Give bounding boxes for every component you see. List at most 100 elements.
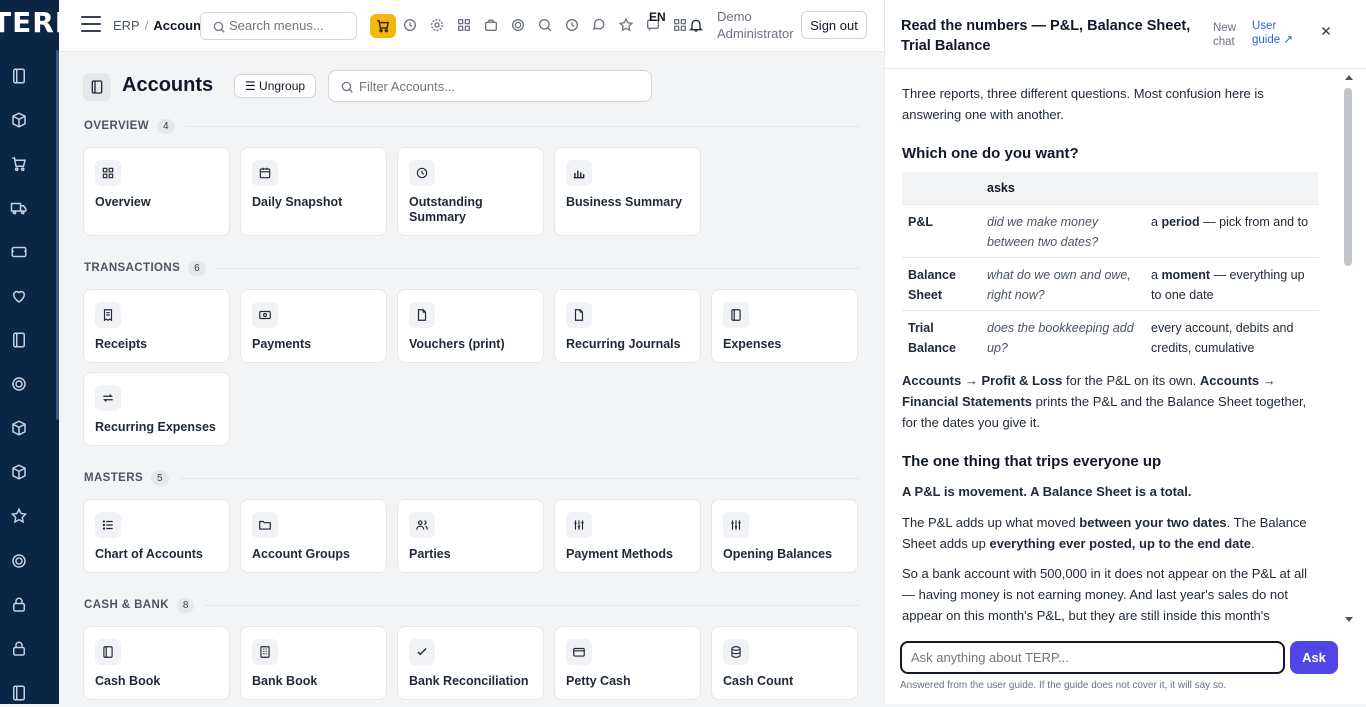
scroll-up-arrow[interactable] [1345,75,1353,80]
card-account-groups[interactable]: Account Groups [240,499,387,573]
book-icon [723,302,749,328]
new-chat-link[interactable]: New chat [1213,21,1243,49]
ticket-icon[interactable] [10,243,28,261]
card-daily-snapshot[interactable]: Daily Snapshot [240,147,387,236]
gear-icon[interactable] [429,17,445,33]
panel-body: Three reports, three different questions… [885,70,1366,626]
card-expenses[interactable]: Expenses [711,289,858,363]
card-vouchers-print[interactable]: Vouchers (print) [397,289,544,363]
truck-icon[interactable] [10,199,28,217]
menu-icon[interactable] [81,16,101,34]
clock-icon [409,160,435,186]
magnifier-icon[interactable] [537,17,553,33]
section-count: 6 [188,260,206,276]
user-name[interactable]: Demo Administrator [717,8,794,42]
bag-icon[interactable] [10,640,28,658]
cart-icon[interactable] [10,155,28,173]
chat-icon[interactable] [591,17,607,33]
card-recurring-journals[interactable]: Recurring Journals [554,289,701,363]
menu-search[interactable] [200,12,357,40]
side-rail: TERP [0,0,59,704]
filter-box[interactable] [328,70,652,102]
grid-icon[interactable] [456,17,472,33]
briefcase-icon[interactable] [483,17,499,33]
card-outstanding-summary[interactable]: Outstanding Summary [397,147,544,236]
ask-button[interactable]: Ask [1290,641,1338,674]
clock-icon[interactable] [402,17,418,33]
card-chart-of-accounts[interactable]: Chart of Accounts [83,499,230,573]
book-icon [95,639,121,665]
card-bank-book[interactable]: Bank Book [240,626,387,700]
database-icon [723,639,749,665]
panel-title: Read the numbers — P&L, Balance Sheet, T… [901,18,1191,54]
card-petty-cash[interactable]: Petty Cash [554,626,701,700]
sliders-icon [566,512,592,538]
radar-icon[interactable] [10,552,28,570]
banknote-icon [252,302,278,328]
section-cash-bank: CASH & BANK 8 [84,597,860,613]
card-overview[interactable]: Overview [83,147,230,236]
file-icon [409,302,435,328]
table-row: P&L did we make money between two dates?… [902,203,1319,257]
panel-scrollbar[interactable] [1344,88,1352,266]
card-bank-reconciliation[interactable]: Bank Reconciliation [397,626,544,700]
folder-icon [252,512,278,538]
repeat-icon [95,385,121,411]
card-receipts[interactable]: Receipts [83,289,230,363]
target-icon[interactable] [10,375,28,393]
bell-icon[interactable] [688,17,704,33]
section-overview: OVERVIEW 4 [84,118,860,134]
card-business-summary[interactable]: Business Summary [554,147,701,236]
table-row: Trial Balance does the bookkeeping add u… [902,309,1319,363]
building-icon [252,639,278,665]
paragraph-example: So a bank account with 500,000 in it doe… [902,566,1307,623]
section-count: 5 [151,470,169,486]
cart-button[interactable] [370,14,396,38]
bar-chart-icon [566,160,592,186]
card-cash-book[interactable]: Cash Book [83,626,230,700]
reports-table: asks P&L did we make money between two d… [902,172,1319,363]
ungroup-button[interactable]: ☰ Ungroup [234,74,316,98]
ask-input[interactable] [900,641,1285,674]
grid-icon [95,160,121,186]
search-icon [213,21,225,33]
card-payment-methods[interactable]: Payment Methods [554,499,701,573]
app-logo[interactable]: TERP [0,6,59,42]
calendar-icon [252,160,278,186]
page-title: Accounts [122,74,214,96]
heart-icon[interactable] [10,287,28,305]
section-count: 8 [176,597,195,613]
card-parties[interactable]: Parties [397,499,544,573]
bold-line: A P&L is movement. A Balance Sheet is a … [902,484,1192,499]
card-opening-balances[interactable]: Opening Balances [711,499,858,573]
package-icon[interactable] [10,419,28,437]
card-payments[interactable]: Payments [240,289,387,363]
scroll-down-arrow[interactable] [1345,617,1353,622]
notebook-icon[interactable] [10,684,28,702]
main-content: ERP/Accounts EN DemoAdministrator Sign o… [59,0,884,704]
card-recurring-expenses[interactable]: Recurring Expenses [83,372,230,446]
history-icon[interactable] [564,17,580,33]
search-input[interactable] [229,18,351,33]
card-cash-count[interactable]: Cash Count [711,626,858,700]
language-switch[interactable]: EN [649,10,666,24]
cube-icon[interactable] [10,463,28,481]
apps-icon[interactable] [672,17,688,33]
sign-out-button[interactable]: Sign out [801,11,867,39]
close-icon[interactable] [1319,24,1333,38]
target-icon[interactable] [510,17,526,33]
breadcrumb-root[interactable]: ERP [113,18,140,33]
star-icon[interactable] [10,507,28,525]
ledger-icon[interactable] [10,331,28,349]
book-icon[interactable] [10,67,28,85]
heading-which-one: Which one do you want? [902,145,1079,162]
intro-text: Three reports, three different questions… [902,86,1264,122]
filter-input[interactable] [359,79,639,94]
star-icon[interactable] [618,17,634,33]
user-guide-link[interactable]: User guide ↗ [1252,19,1302,47]
panel-header: Read the numbers — P&L, Balance Sheet, T… [885,0,1366,69]
box-icon[interactable] [10,111,28,129]
top-bar: ERP/Accounts EN DemoAdministrator Sign o… [59,0,884,52]
paragraph-movement: The P&L adds up what moved between your … [902,515,1307,551]
lock-icon[interactable] [10,596,28,614]
